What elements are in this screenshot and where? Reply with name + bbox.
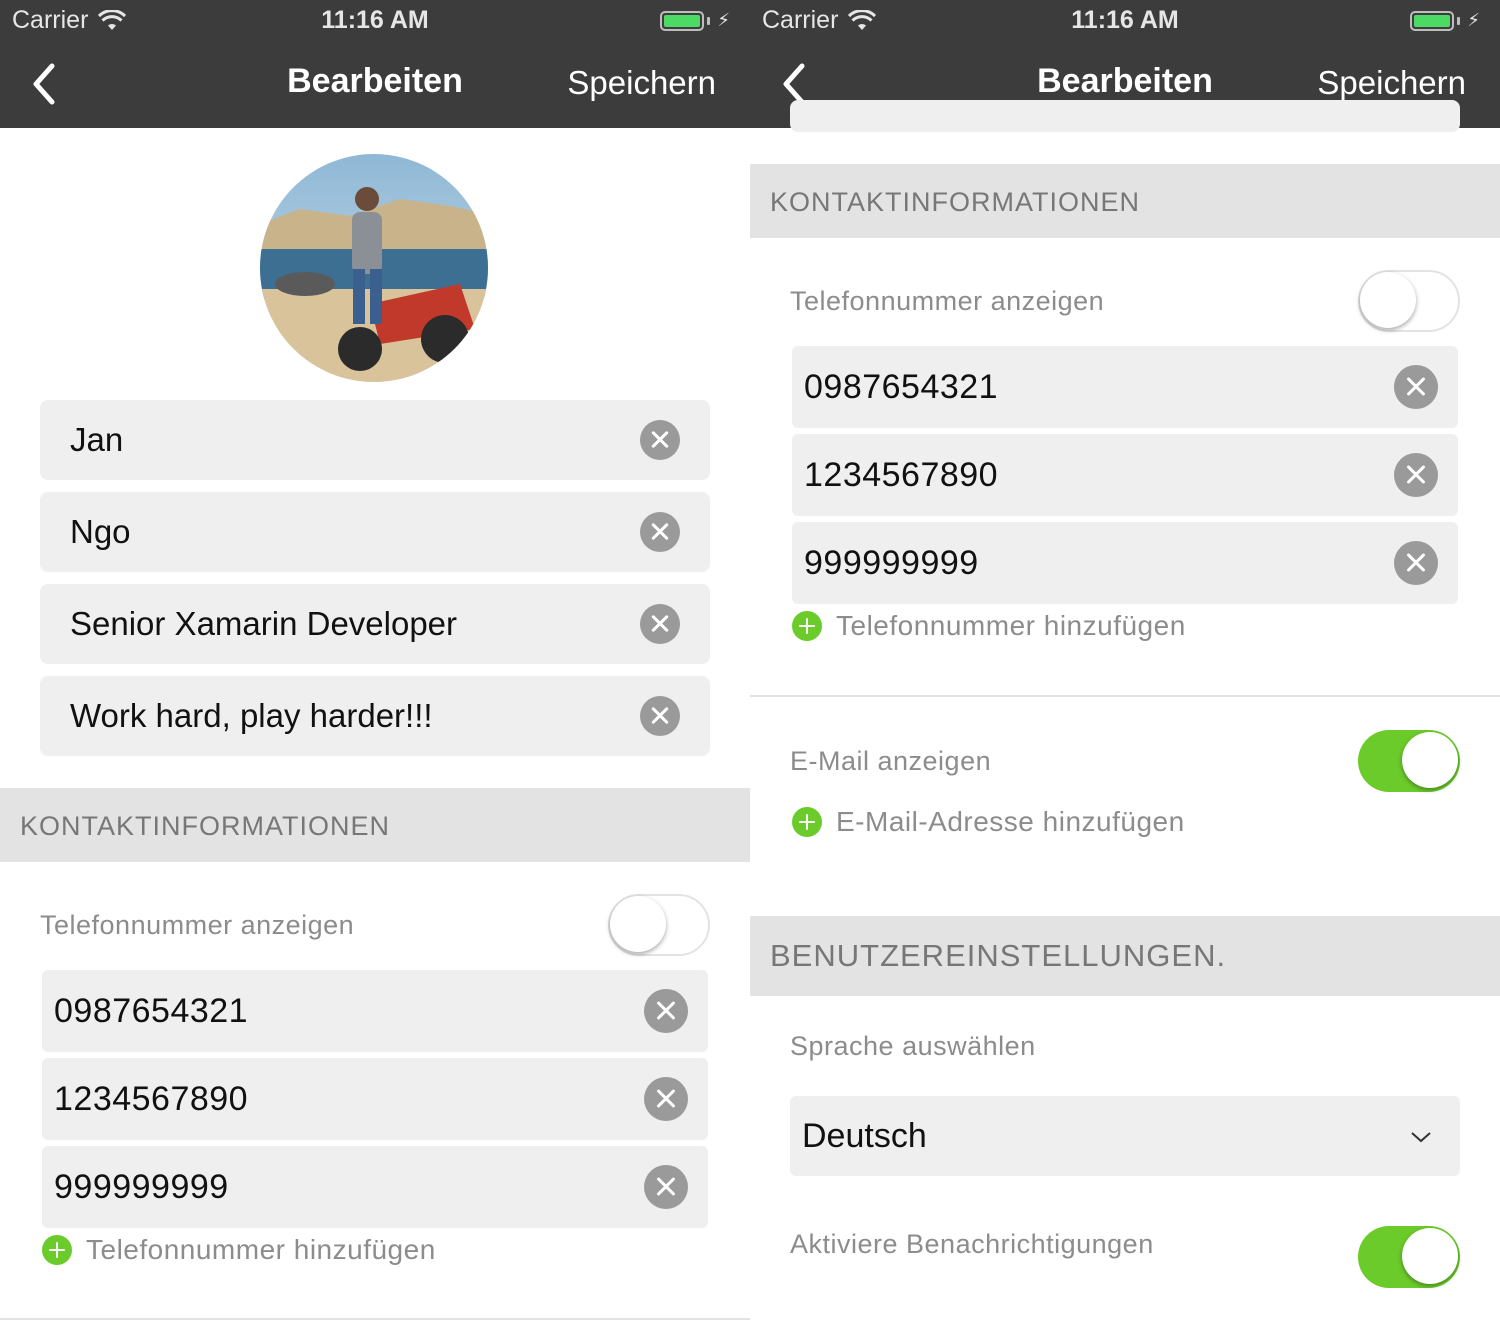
save-button[interactable]: Speichern xyxy=(1317,64,1466,102)
phone-value: 0987654321 xyxy=(804,368,999,406)
clear-icon[interactable] xyxy=(640,420,680,460)
phone-field-1[interactable]: 0987654321 xyxy=(42,970,708,1052)
show-email-label: E-Mail anzeigen xyxy=(790,746,992,776)
clear-icon[interactable] xyxy=(640,696,680,736)
clock: 11:16 AM xyxy=(321,6,429,34)
plus-icon xyxy=(42,1235,72,1265)
battery-icon: ⚡ xyxy=(1410,10,1480,31)
add-phone-label: Telefonnummer hinzufügen xyxy=(86,1234,436,1265)
show-phone-label: Telefonnummer anzeigen xyxy=(790,286,1105,316)
motto-field-partial[interactable] xyxy=(790,100,1460,132)
language-select[interactable]: Deutsch xyxy=(790,1096,1460,1176)
add-phone-button[interactable]: Telefonnummer hinzufügen xyxy=(792,610,1186,642)
app-screenshots: Carrier 11:16 AM ⚡ Bearbeiten Speichern … xyxy=(0,0,1500,1334)
divider xyxy=(750,695,1500,697)
clear-icon[interactable] xyxy=(1394,453,1438,497)
phone-field-3[interactable]: 999999999 xyxy=(792,522,1458,604)
clear-icon[interactable] xyxy=(640,604,680,644)
job-title-field[interactable]: Senior Xamarin Developer xyxy=(40,584,710,664)
last-name-field[interactable]: Ngo xyxy=(40,492,710,572)
phone-value: 1234567890 xyxy=(804,456,999,494)
contact-section-header: KONTAKTINFORMATIONEN xyxy=(750,164,1500,238)
settings-section-title: BENUTZEREINSTELLUNGEN. xyxy=(770,938,1227,973)
settings-section-header: BENUTZEREINSTELLUNGEN. xyxy=(750,916,1500,996)
avatar-photo xyxy=(260,154,488,382)
divider xyxy=(0,1318,750,1320)
battery-icon: ⚡ xyxy=(660,10,730,31)
save-button[interactable]: Speichern xyxy=(567,64,716,102)
phone-field-3[interactable]: 999999999 xyxy=(42,1146,708,1228)
motto-field[interactable]: Work hard, play harder!!! xyxy=(40,676,710,756)
clear-icon[interactable] xyxy=(644,1077,688,1121)
first-name-field[interactable]: Jan xyxy=(40,400,710,480)
clear-icon[interactable] xyxy=(640,512,680,552)
show-email-toggle[interactable] xyxy=(1358,730,1460,792)
status-bar: Carrier 11:16 AM ⚡ xyxy=(0,0,750,40)
phone-value: 999999999 xyxy=(804,544,979,582)
plus-icon xyxy=(792,611,822,641)
contact-section-title: KONTAKTINFORMATIONEN xyxy=(20,811,390,841)
show-phone-label: Telefonnummer anzeigen xyxy=(40,910,355,940)
job-title-value: Senior Xamarin Developer xyxy=(70,605,458,642)
clear-icon[interactable] xyxy=(644,1165,688,1209)
edit-profile-screen-scrolled: Carrier 11:16 AM ⚡ Bearbeiten Speichern … xyxy=(750,0,1500,1334)
show-phone-toggle[interactable] xyxy=(1358,270,1460,332)
add-email-button[interactable]: E-Mail-Adresse hinzufügen xyxy=(792,806,1185,838)
status-bar: Carrier 11:16 AM ⚡ xyxy=(750,0,1500,40)
phone-value: 0987654321 xyxy=(54,992,249,1030)
contact-section-title: KONTAKTINFORMATIONEN xyxy=(770,187,1140,217)
clear-icon[interactable] xyxy=(1394,365,1438,409)
language-value: Deutsch xyxy=(802,1117,927,1155)
add-phone-button[interactable]: Telefonnummer hinzufügen xyxy=(42,1234,436,1266)
phone-value: 999999999 xyxy=(54,1168,229,1206)
clear-icon[interactable] xyxy=(644,989,688,1033)
last-name-value: Ngo xyxy=(70,513,131,550)
chevron-down-icon xyxy=(1411,1132,1431,1143)
charging-icon: ⚡ xyxy=(1467,10,1480,30)
plus-icon xyxy=(792,807,822,837)
first-name-value: Jan xyxy=(70,421,124,458)
contact-section-header: KONTAKTINFORMATIONEN xyxy=(0,788,750,862)
phone-field-2[interactable]: 1234567890 xyxy=(42,1058,708,1140)
clear-icon[interactable] xyxy=(1394,541,1438,585)
avatar[interactable] xyxy=(260,154,488,382)
show-phone-toggle[interactable] xyxy=(608,894,710,956)
charging-icon: ⚡ xyxy=(717,10,730,30)
language-label: Sprache auswählen xyxy=(790,1031,1036,1061)
clock: 11:16 AM xyxy=(1071,6,1179,34)
add-phone-label: Telefonnummer hinzufügen xyxy=(836,610,1186,641)
phone-field-2[interactable]: 1234567890 xyxy=(792,434,1458,516)
navigation-bar: Bearbeiten Speichern xyxy=(0,40,750,128)
edit-profile-screen-top: Carrier 11:16 AM ⚡ Bearbeiten Speichern … xyxy=(0,0,750,1334)
phone-value: 1234567890 xyxy=(54,1080,249,1118)
phone-field-1[interactable]: 0987654321 xyxy=(792,346,1458,428)
notifications-toggle[interactable] xyxy=(1358,1226,1460,1288)
add-email-label: E-Mail-Adresse hinzufügen xyxy=(836,806,1185,837)
motto-value: Work hard, play harder!!! xyxy=(70,697,433,734)
notifications-label: Aktiviere Benachrichtigungen xyxy=(790,1229,1154,1259)
